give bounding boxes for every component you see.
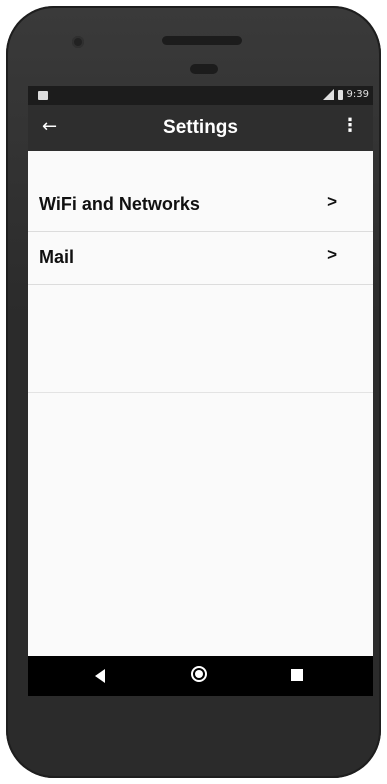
settings-item-mail[interactable]: Mail > <box>28 232 373 285</box>
system-nav-bar <box>28 656 373 696</box>
content-divider <box>28 392 373 393</box>
chevron-right-icon: > <box>327 245 337 264</box>
chevron-right-icon: > <box>327 192 337 211</box>
app-screen: 9:39 ← Settings ⋮ WiFi and Networks > Ma… <box>28 86 373 696</box>
battery-icon <box>337 89 343 100</box>
nav-home-icon[interactable] <box>191 666 207 682</box>
proximity-sensor <box>190 64 218 74</box>
status-time: 9:39 <box>346 89 369 100</box>
overflow-menu-icon[interactable]: ⋮ <box>341 115 359 136</box>
image-notification-icon <box>38 91 48 100</box>
settings-item-wifi[interactable]: WiFi and Networks > <box>28 179 373 232</box>
front-camera <box>72 36 84 48</box>
status-right-group: 9:39 <box>322 89 369 100</box>
nav-back-icon[interactable] <box>95 669 105 683</box>
app-toolbar: ← Settings ⋮ <box>28 105 373 151</box>
settings-item-label: WiFi and Networks <box>39 194 200 214</box>
nav-recents-icon[interactable] <box>291 669 303 681</box>
settings-item-label: Mail <box>39 247 75 267</box>
signal-icon <box>322 89 334 100</box>
earpiece-speaker <box>162 36 242 45</box>
status-bar: 9:39 <box>28 86 373 105</box>
page-title: Settings <box>163 117 238 138</box>
